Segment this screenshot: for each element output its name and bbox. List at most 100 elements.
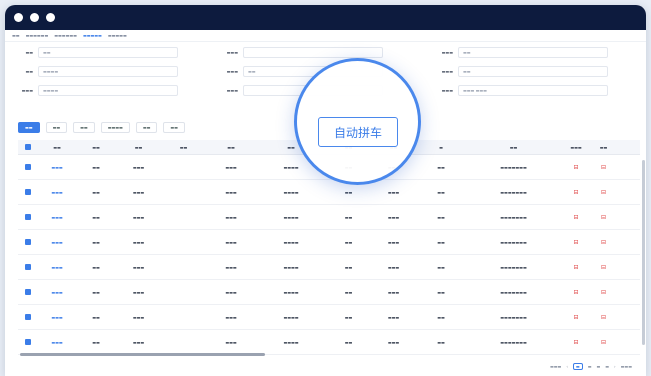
- table-cell: ▬▬: [344, 264, 353, 270]
- table-cell: ▬▬▬: [132, 339, 145, 345]
- page-button[interactable]: ▬: [605, 364, 609, 369]
- window-control-minimize[interactable]: [30, 13, 39, 22]
- table-row[interactable]: ▬▬▬ ▬▬ ▬▬▬ ▬▬▬ ▬▬▬▬ ▬▬ ▬▬▬ ▬▬ ▬▬▬▬▬▬▬ ⊟ …: [18, 280, 640, 305]
- table-cell: ▬▬▬: [225, 164, 237, 170]
- delete-icon[interactable]: ⊟: [591, 239, 616, 246]
- table-cell: ▬▬: [344, 189, 353, 195]
- date-picker[interactable]: ▬▬▬▬: [38, 85, 178, 96]
- table-cell: ▬▬▬▬▬▬▬: [500, 264, 527, 270]
- toolbar-button[interactable]: ▬▬: [73, 122, 95, 133]
- table-row[interactable]: ▬▬▬ ▬▬ ▬▬▬ ▬▬▬ ▬▬▬▬ ▬▬ ▬▬▬ ▬▬ ▬▬▬▬▬▬▬ ⊟ …: [18, 255, 640, 280]
- delete-icon[interactable]: ⊟: [561, 189, 591, 196]
- delete-icon[interactable]: ⊟: [591, 339, 616, 346]
- auto-carpool-button[interactable]: 自动拼车: [318, 117, 398, 147]
- order-link[interactable]: ▬▬▬: [38, 240, 76, 245]
- row-checkbox[interactable]: [25, 289, 31, 295]
- row-checkbox[interactable]: [25, 264, 31, 270]
- delete-icon[interactable]: ⊟: [561, 339, 591, 346]
- delete-icon[interactable]: ⊟: [561, 314, 591, 321]
- order-link[interactable]: ▬▬▬: [38, 165, 76, 170]
- filter-select[interactable]: ▬▬▬▬: [38, 66, 178, 77]
- column-header[interactable]: ▬▬: [161, 145, 206, 150]
- order-link[interactable]: ▬▬▬: [38, 340, 76, 345]
- next-page-icon[interactable]: ›: [614, 364, 616, 369]
- row-checkbox[interactable]: [25, 239, 31, 245]
- delete-icon[interactable]: ⊟: [591, 164, 616, 171]
- order-link[interactable]: ▬▬▬: [38, 315, 76, 320]
- column-header[interactable]: ▬▬: [591, 145, 616, 150]
- filter-field: ▬▬ ▬▬: [5, 47, 178, 58]
- delete-icon[interactable]: ⊟: [591, 289, 616, 296]
- delete-icon[interactable]: ⊟: [591, 264, 616, 271]
- table-cell: ▬▬▬: [387, 314, 400, 320]
- order-link[interactable]: ▬▬▬: [38, 265, 76, 270]
- delete-icon[interactable]: ⊟: [561, 214, 591, 221]
- column-header[interactable]: ▬: [416, 145, 466, 150]
- order-link[interactable]: ▬▬▬: [38, 290, 76, 295]
- filter-input[interactable]: ▬▬: [38, 47, 178, 58]
- filter-label: ▬▬: [25, 50, 33, 55]
- column-header[interactable]: ▬▬: [466, 145, 561, 150]
- toolbar-button[interactable]: ▬▬: [163, 122, 185, 133]
- date-range-picker[interactable]: ▬▬▬ ▬▬▬: [458, 85, 608, 96]
- select-all-checkbox[interactable]: [25, 144, 31, 150]
- table-cell: ▬▬▬: [387, 339, 400, 345]
- page-button[interactable]: ▬: [596, 364, 600, 369]
- window-control-close[interactable]: [14, 13, 23, 22]
- column-header[interactable]: ▬▬: [116, 145, 161, 150]
- table-cell: ▬▬▬: [132, 189, 145, 195]
- table-row[interactable]: ▬▬▬ ▬▬ ▬▬▬ ▬▬▬ ▬▬▬▬ ▬▬ ▬▬▬ ▬▬ ▬▬▬▬▬▬▬ ⊟ …: [18, 180, 640, 205]
- page-button[interactable]: ▬: [588, 364, 592, 369]
- delete-icon[interactable]: ⊟: [591, 189, 616, 196]
- table-cell: ▬▬: [92, 289, 100, 295]
- table-cell: ▬▬▬: [225, 214, 237, 220]
- row-checkbox[interactable]: [25, 339, 31, 345]
- delete-icon[interactable]: ⊟: [561, 239, 591, 246]
- filter-input[interactable]: ▬▬: [458, 47, 608, 58]
- toolbar-button[interactable]: ▬▬: [135, 122, 158, 133]
- delete-icon[interactable]: ⊟: [561, 164, 591, 171]
- column-header[interactable]: ▬▬: [76, 145, 116, 150]
- delete-icon[interactable]: ⊟: [591, 214, 616, 221]
- breadcrumb-item-active[interactable]: ▬▬▬▬▬: [83, 33, 102, 38]
- breadcrumb-item[interactable]: ▬▬▬▬▬▬: [54, 33, 77, 38]
- delete-icon[interactable]: ⊟: [591, 314, 616, 321]
- table-row[interactable]: ▬▬▬ ▬▬ ▬▬▬ ▬▬▬ ▬▬▬▬ ▬▬ ▬▬▬ ▬▬ ▬▬▬▬▬▬▬ ⊟ …: [18, 305, 640, 330]
- column-header[interactable]: ▬▬: [38, 145, 76, 150]
- table-row[interactable]: ▬▬▬ ▬▬ ▬▬▬ ▬▬▬ ▬▬▬▬ ▬▬ ▬▬▬ ▬▬ ▬▬▬▬▬▬▬ ⊟ …: [18, 230, 640, 255]
- column-header[interactable]: ▬▬▬: [561, 145, 591, 150]
- table-cell: ▬▬▬▬: [283, 264, 299, 270]
- toolbar-button[interactable]: ▬▬▬▬: [100, 122, 130, 133]
- table-cell: ▬▬▬: [225, 189, 237, 195]
- delete-icon[interactable]: ⊟: [561, 289, 591, 296]
- row-checkbox[interactable]: [25, 189, 31, 195]
- table-row[interactable]: ▬▬▬ ▬▬ ▬▬▬ ▬▬▬ ▬▬▬▬ ▬▬ ▬▬▬ ▬▬ ▬▬▬▬▬▬▬ ⊟ …: [18, 205, 640, 230]
- filter-label: ▬▬▬: [441, 69, 453, 74]
- window-control-maximize[interactable]: [46, 13, 55, 22]
- table-cell: ▬▬▬▬▬▬▬: [500, 239, 527, 245]
- table-cell: ▬▬▬▬▬▬▬: [500, 314, 527, 320]
- row-checkbox[interactable]: [25, 164, 31, 170]
- order-link[interactable]: ▬▬▬: [38, 190, 76, 195]
- column-header[interactable]: ▬▬: [206, 145, 256, 150]
- filter-input[interactable]: ▬▬: [458, 66, 608, 77]
- row-checkbox[interactable]: [25, 314, 31, 320]
- table-row[interactable]: ▬▬▬ ▬▬ ▬▬▬ ▬▬▬ ▬▬▬▬ ▬▬ ▬▬▬ ▬▬ ▬▬▬▬▬▬▬ ⊟ …: [18, 330, 640, 355]
- vertical-scrollbar[interactable]: [642, 160, 645, 345]
- filter-label: ▬▬▬: [21, 88, 33, 93]
- page-button-current[interactable]: ▬: [572, 363, 583, 370]
- table-cell: ▬▬: [344, 239, 353, 245]
- breadcrumb-item[interactable]: ▬▬▬▬▬▬: [26, 33, 49, 38]
- breadcrumb-item[interactable]: ▬▬▬▬▬: [108, 33, 127, 38]
- delete-icon[interactable]: ⊟: [561, 264, 591, 271]
- horizontal-scrollbar[interactable]: [20, 353, 265, 356]
- prev-page-icon[interactable]: ‹: [566, 364, 568, 369]
- order-link[interactable]: ▬▬▬: [38, 215, 76, 220]
- toolbar-button[interactable]: ▬▬: [45, 122, 68, 133]
- table-cell: ▬▬: [437, 239, 445, 245]
- add-button[interactable]: ▬▬: [18, 122, 40, 133]
- row-checkbox[interactable]: [25, 214, 31, 220]
- filter-input[interactable]: [243, 47, 383, 58]
- breadcrumb-item[interactable]: ▬▬: [12, 33, 20, 38]
- page-size-select[interactable]: ▬▬▬: [621, 364, 632, 369]
